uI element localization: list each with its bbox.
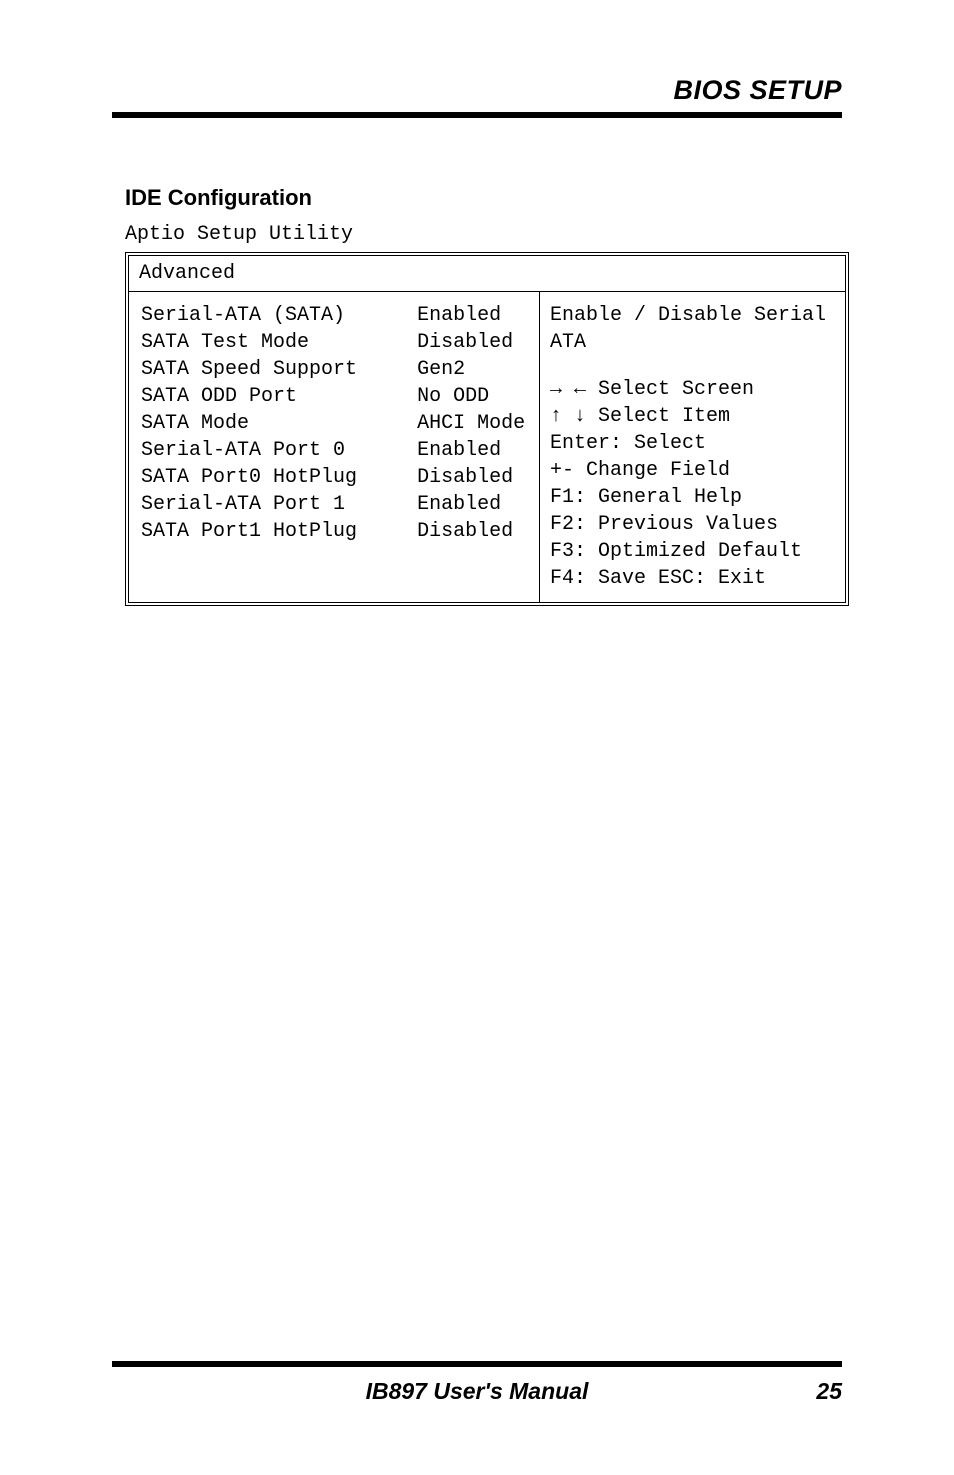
bios-item: SATA Port1 HotPlug Disabled	[141, 518, 527, 545]
bios-item-label: SATA Test Mode	[141, 331, 309, 354]
bios-item-value: Disabled	[417, 520, 513, 543]
header-rule	[112, 112, 842, 118]
bios-box: Advanced Serial-ATA (SATA) Enabled SATA …	[125, 252, 849, 606]
bios-item-label: Serial-ATA Port 0	[141, 439, 345, 462]
bios-item-label: Serial-ATA Port 1	[141, 493, 345, 516]
bios-item-value: Enabled	[417, 304, 501, 327]
bios-hint: Enable / Disable Serial ATA	[550, 302, 833, 356]
page: BIOS SETUP IDE Configuration Aptio Setup…	[0, 0, 954, 1475]
help-line: Enter: Select	[550, 430, 833, 457]
bios-item-value: AHCI Mode	[417, 412, 525, 435]
bios-item-label: SATA Port0 HotPlug	[141, 466, 357, 489]
footer-manual-title: IB897 User's Manual	[0, 1378, 954, 1405]
bios-left-panel: Serial-ATA (SATA) Enabled SATA Test Mode…	[129, 292, 540, 602]
help-line: +- Change Field	[550, 457, 833, 484]
bios-item: SATA Port0 HotPlug Disabled	[141, 464, 527, 491]
bios-item: SATA ODD Port No ODD	[141, 383, 527, 410]
bios-item: Serial-ATA (SATA) Enabled	[141, 302, 527, 329]
help-line: ↑ ↓ Select Item	[550, 403, 833, 430]
bios-setup-name: Aptio Setup Utility	[125, 223, 849, 246]
bios-right-panel: Enable / Disable Serial ATA → ← Select S…	[540, 292, 845, 602]
bios-item-label: SATA Port1 HotPlug	[141, 520, 357, 543]
footer-page-number: 25	[816, 1378, 842, 1405]
bios-item: SATA Speed Support Gen2	[141, 356, 527, 383]
page-header-title: BIOS SETUP	[673, 75, 842, 106]
help-line: F2: Previous Values	[550, 511, 833, 538]
bios-item-value: Enabled	[417, 439, 501, 462]
help-line: F4: Save ESC: Exit	[550, 565, 833, 592]
bios-tab-bar: Advanced	[129, 256, 845, 292]
bios-tab-advanced: Advanced	[139, 262, 235, 285]
help-line: F3: Optimized Default	[550, 538, 833, 565]
bios-item-label: SATA ODD Port	[141, 385, 297, 408]
bios-item: Serial-ATA Port 1 Enabled	[141, 491, 527, 518]
bios-item-label: SATA Mode	[141, 412, 249, 435]
spacer	[550, 356, 833, 376]
bios-body: Serial-ATA (SATA) Enabled SATA Test Mode…	[129, 292, 845, 602]
bios-item: SATA Test Mode Disabled	[141, 329, 527, 356]
bios-item: SATA Mode AHCI Mode	[141, 410, 527, 437]
help-line: F1: General Help	[550, 484, 833, 511]
bios-item-value: Enabled	[417, 493, 501, 516]
bios-item-label: SATA Speed Support	[141, 358, 357, 381]
section-title: IDE Configuration	[125, 185, 849, 211]
help-line: → ← Select Screen	[550, 376, 833, 403]
footer-rule	[112, 1361, 842, 1367]
bios-item: Serial-ATA Port 0 Enabled	[141, 437, 527, 464]
bios-item-value: No ODD	[417, 385, 489, 408]
bios-item-label: Serial-ATA (SATA)	[141, 304, 345, 327]
bios-item-value: Disabled	[417, 331, 513, 354]
bios-item-value: Gen2	[417, 358, 465, 381]
bios-item-value: Disabled	[417, 466, 513, 489]
